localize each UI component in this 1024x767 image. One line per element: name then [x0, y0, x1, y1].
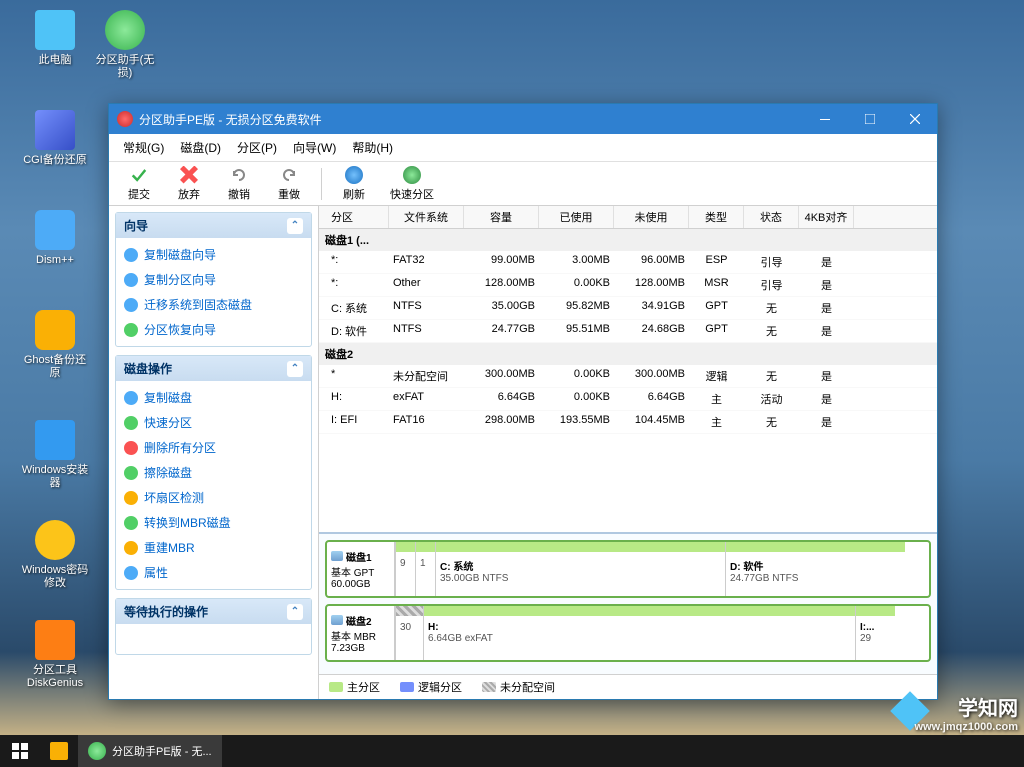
partition-block[interactable]: D: 软件 24.77GB NTFS: [725, 542, 905, 596]
partition-row[interactable]: D: 软件 NTFS 24.77GB 95.51MB 24.68GB GPT 无…: [319, 320, 937, 343]
titlebar[interactable]: 分区助手PE版 - 无损分区免费软件: [109, 104, 937, 134]
menu-disk[interactable]: 磁盘(D): [172, 135, 229, 160]
col-unused[interactable]: 未使用: [614, 206, 689, 228]
disk-group-1[interactable]: 磁盘1 (...: [319, 229, 937, 251]
desktop-icon-partition[interactable]: 分区助手(无损): [90, 10, 160, 80]
wizard-recover[interactable]: 分区恢复向导: [116, 317, 311, 342]
toolbar-commit[interactable]: 提交: [115, 164, 163, 204]
diskop-tombr[interactable]: 转换到MBR磁盘: [116, 510, 311, 535]
partition-block[interactable]: I:... 29: [855, 606, 895, 660]
disk-info-1: 磁盘1 基本 GPT60.00GB: [327, 542, 395, 596]
desktop-icon-computer[interactable]: 此电脑: [20, 10, 90, 67]
partition-row[interactable]: C: 系统 NTFS 35.00GB 95.82MB 34.91GB GPT 无…: [319, 297, 937, 320]
disk-info-2: 磁盘2 基本 MBR7.23GB: [327, 606, 395, 660]
watermark: 学知网 www.jmqz1000.com: [914, 692, 1018, 733]
collapse-icon: ⌃: [287, 361, 303, 377]
disk-icon: [331, 615, 343, 625]
panel-wizard-header[interactable]: 向导⌃: [116, 213, 311, 238]
maximize-button[interactable]: [847, 104, 892, 134]
minimize-button[interactable]: [802, 104, 847, 134]
partition-row[interactable]: *: Other 128.00MB 0.00KB 128.00MB MSR 引导…: [319, 274, 937, 297]
diskop-badsector[interactable]: 坏扇区检测: [116, 485, 311, 510]
wizard-copy-partition[interactable]: 复制分区向导: [116, 267, 311, 292]
panel-diskop: 磁盘操作⌃ 复制磁盘 快速分区 删除所有分区 擦除磁盘 坏扇区检测 转换到MBR…: [115, 355, 312, 590]
toolbar-redo[interactable]: 重做: [265, 164, 313, 204]
legend: 主分区 逻辑分区 未分配空间: [319, 674, 937, 699]
diskop-rebuildmbr[interactable]: 重建MBR: [116, 535, 311, 560]
partition-list: 磁盘1 (... *: FAT32 99.00MB 3.00MB 96.00MB…: [319, 229, 937, 532]
window-title: 分区助手PE版 - 无损分区免费软件: [139, 111, 322, 128]
disk-icon: [331, 551, 343, 561]
panel-pending-header[interactable]: 等待执行的操作⌃: [116, 599, 311, 624]
diskop-props[interactable]: 属性: [116, 560, 311, 585]
disk-map-area: 磁盘1 基本 GPT60.00GB 9 1 C: 系统 35.00GB NTFS…: [319, 532, 937, 674]
partition-block[interactable]: C: 系统 35.00GB NTFS: [435, 542, 725, 596]
desktop-icon-cgi[interactable]: CGI备份还原: [20, 110, 90, 167]
partition-row[interactable]: I: EFI FAT16 298.00MB 193.55MB 104.45MB …: [319, 411, 937, 434]
toolbar-refresh[interactable]: 刷新: [330, 164, 378, 204]
wizard-copy-disk[interactable]: 复制磁盘向导: [116, 242, 311, 267]
list-header: 分区 文件系统 容量 已使用 未使用 类型 状态 4KB对齐: [319, 206, 937, 229]
partition-block[interactable]: 30: [395, 606, 423, 660]
desktop-icon-diskgenius[interactable]: 分区工具DiskGenius: [20, 620, 90, 690]
close-button[interactable]: [892, 104, 937, 134]
col-fs[interactable]: 文件系统: [389, 206, 464, 228]
taskbar-app[interactable]: 分区助手PE版 - 无...: [78, 735, 222, 767]
partition-block[interactable]: 9: [395, 542, 415, 596]
disk-map-2[interactable]: 磁盘2 基本 MBR7.23GB 30 H: 6.64GB exFAT I:..…: [325, 604, 931, 662]
left-pane: 向导⌃ 复制磁盘向导 复制分区向导 迁移系统到固态磁盘 分区恢复向导 磁盘操作⌃…: [109, 206, 319, 699]
col-status[interactable]: 状态: [744, 206, 799, 228]
desktop-icon-dism[interactable]: Dism++: [20, 210, 90, 267]
col-partition[interactable]: 分区: [319, 206, 389, 228]
diskop-quick[interactable]: 快速分区: [116, 410, 311, 435]
menu-general[interactable]: 常规(G): [115, 135, 172, 160]
diskop-copy[interactable]: 复制磁盘: [116, 385, 311, 410]
menu-wizard[interactable]: 向导(W): [285, 135, 344, 160]
taskbar: 分区助手PE版 - 无...: [0, 735, 1024, 767]
menu-partition[interactable]: 分区(P): [229, 135, 285, 160]
menu-help[interactable]: 帮助(H): [344, 135, 401, 160]
col-used[interactable]: 已使用: [539, 206, 614, 228]
app-icon: [117, 111, 133, 127]
toolbar-undo[interactable]: 撤销: [215, 164, 263, 204]
col-capacity[interactable]: 容量: [464, 206, 539, 228]
disk-map-1[interactable]: 磁盘1 基本 GPT60.00GB 9 1 C: 系统 35.00GB NTFS…: [325, 540, 931, 598]
right-pane: 分区 文件系统 容量 已使用 未使用 类型 状态 4KB对齐 磁盘1 (... …: [319, 206, 937, 699]
col-type[interactable]: 类型: [689, 206, 744, 228]
menubar: 常规(G) 磁盘(D) 分区(P) 向导(W) 帮助(H): [109, 134, 937, 162]
partition-block[interactable]: H: 6.64GB exFAT: [423, 606, 855, 660]
start-button[interactable]: [0, 735, 40, 767]
panel-pending: 等待执行的操作⌃: [115, 598, 312, 655]
diskop-delall[interactable]: 删除所有分区: [116, 435, 311, 460]
panel-wizard: 向导⌃ 复制磁盘向导 复制分区向导 迁移系统到固态磁盘 分区恢复向导: [115, 212, 312, 347]
toolbar: 提交 放弃 撤销 重做 刷新 快速分区: [109, 162, 937, 206]
partition-row[interactable]: H: exFAT 6.64GB 0.00KB 6.64GB 主 活动 是: [319, 388, 937, 411]
desktop-icon-ghost[interactable]: Ghost备份还原: [20, 310, 90, 380]
collapse-icon: ⌃: [287, 604, 303, 620]
taskbar-explorer[interactable]: [40, 735, 78, 767]
partition-row[interactable]: * 未分配空间 300.00MB 0.00KB 300.00MB 逻辑 无 是: [319, 365, 937, 388]
wizard-migrate-ssd[interactable]: 迁移系统到固态磁盘: [116, 292, 311, 317]
col-align[interactable]: 4KB对齐: [799, 206, 854, 228]
panel-diskop-header[interactable]: 磁盘操作⌃: [116, 356, 311, 381]
desktop-icon-wininstall[interactable]: Windows安装器: [20, 420, 90, 490]
desktop-icon-winpwd[interactable]: Windows密码修改: [20, 520, 90, 590]
toolbar-quickpart[interactable]: 快速分区: [380, 164, 444, 204]
app-window: 分区助手PE版 - 无损分区免费软件 常规(G) 磁盘(D) 分区(P) 向导(…: [108, 103, 938, 700]
partition-row[interactable]: *: FAT32 99.00MB 3.00MB 96.00MB ESP 引导 是: [319, 251, 937, 274]
disk-group-2[interactable]: 磁盘2: [319, 343, 937, 365]
partition-block[interactable]: 1: [415, 542, 435, 596]
diskop-wipe[interactable]: 擦除磁盘: [116, 460, 311, 485]
collapse-icon: ⌃: [287, 218, 303, 234]
toolbar-discard[interactable]: 放弃: [165, 164, 213, 204]
